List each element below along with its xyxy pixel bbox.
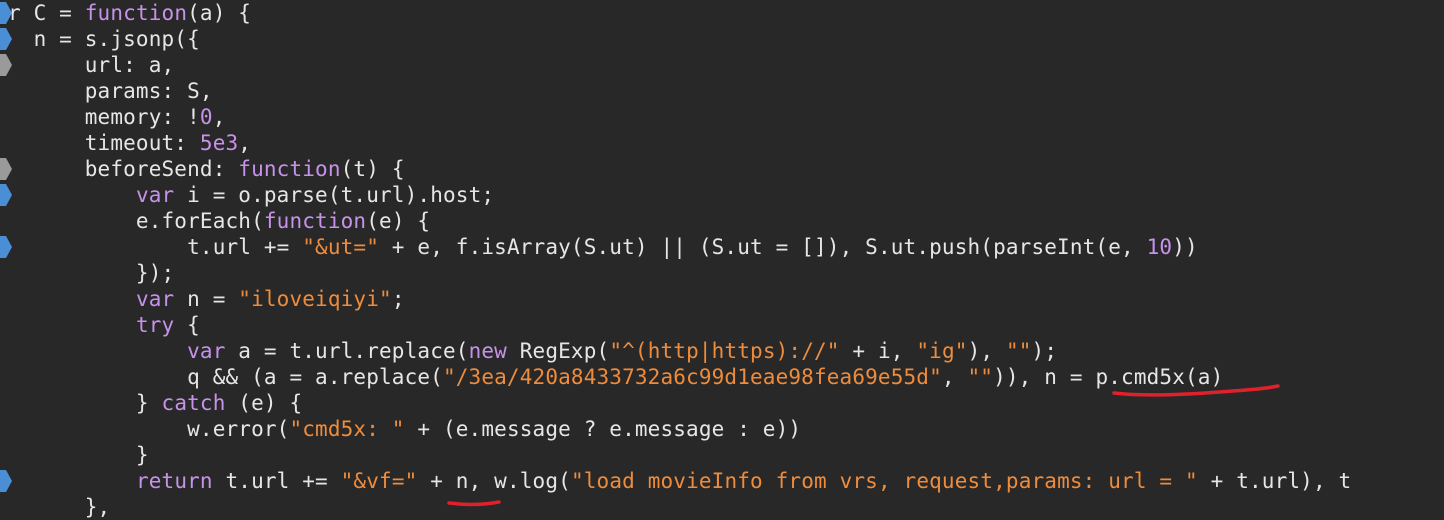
code-token-id: n =	[174, 287, 239, 311]
code-line[interactable]: q && (a = a.replace("/3ea/420a8433732a6c…	[8, 364, 1223, 390]
code-token-id: (e) {	[225, 391, 303, 415]
code-token-id: t.url +=	[212, 469, 341, 493]
code-token-str: ""	[967, 365, 994, 389]
code-token-kw: var	[135, 183, 175, 207]
code-line[interactable]: n = s.jsonp({	[8, 26, 200, 52]
code-token-kw: var	[135, 287, 175, 311]
code-token-id: (a) {	[187, 1, 252, 25]
code-editor[interactable]: r C = function(a) { n = s.jsonp({ url: a…	[0, 0, 1444, 520]
code-token-id: ),	[967, 339, 1006, 363]
code-token-id	[8, 313, 136, 337]
code-token-id: ,	[941, 365, 968, 389]
code-token-id: timeout:	[8, 131, 200, 155]
code-token-id: q && (a = a.replace(	[8, 365, 443, 389]
code-line[interactable]: } catch (e) {	[8, 390, 302, 416]
code-token-str: "/3ea/420a8433732a6c99d1eae98fea69e55d"	[442, 365, 942, 389]
code-token-id: + (e.message ? e.message : e))	[404, 417, 802, 441]
code-token-kw: return	[135, 469, 213, 493]
code-line[interactable]: params: S,	[8, 78, 213, 104]
annotation-underline-vf	[447, 500, 501, 507]
code-token-id: url: a,	[8, 53, 175, 77]
code-token-kw: function	[263, 209, 367, 233]
code-token-id: {	[174, 313, 200, 337]
code-token-kw: function	[238, 157, 341, 181]
code-token-num: 10	[1146, 235, 1173, 259]
code-token-id: ,	[212, 105, 226, 129]
code-token-kw: var	[187, 339, 226, 363]
code-token-str: ""	[1005, 339, 1032, 363]
code-token-id: },	[8, 495, 111, 519]
code-token-num: 5e3	[199, 131, 239, 155]
code-line[interactable]: },	[8, 494, 110, 520]
code-token-id: beforeSend:	[8, 157, 239, 181]
code-line[interactable]: r C = function(a) {	[8, 0, 251, 26]
code-line[interactable]: url: a,	[8, 52, 174, 78]
code-token-id: + e, f.isArray(S.ut) || (S.ut = []), S.u…	[379, 235, 1147, 259]
code-token-id: n = s.jsonp({	[8, 27, 200, 51]
code-token-id: w.error(	[8, 417, 290, 441]
code-line[interactable]: timeout: 5e3,	[8, 130, 251, 156]
code-line[interactable]: var n = "iloveiqiyi";	[8, 286, 405, 312]
code-line[interactable]: }	[8, 442, 149, 468]
code-line[interactable]: beforeSend: function(t) {	[8, 156, 405, 182]
code-token-id: );	[1031, 339, 1058, 363]
code-line[interactable]: });	[8, 260, 174, 286]
code-token-id: )), n = p.cmd5x(a)	[993, 365, 1224, 389]
code-token-id: RegExp(	[506, 339, 610, 363]
code-token-id: }	[8, 443, 149, 467]
code-token-str: "load movieInfo from vrs, request,params…	[570, 469, 1198, 493]
code-token-kw: catch	[161, 391, 226, 415]
code-token-str: "&ut="	[302, 235, 380, 259]
code-token-id: memory: !	[8, 105, 200, 129]
code-token-id	[8, 183, 136, 207]
code-token-id	[8, 339, 187, 363]
code-line[interactable]: var a = t.url.replace(new RegExp("^(http…	[8, 338, 1057, 364]
code-token-str: "ig"	[916, 339, 968, 363]
code-token-id: + i,	[839, 339, 917, 363]
code-token-id: e.forEach(	[8, 209, 264, 233]
code-token-str: "cmd5x: "	[289, 417, 405, 441]
code-line[interactable]: memory: !0,	[8, 104, 226, 130]
code-token-str: "iloveiqiyi"	[238, 287, 392, 311]
code-line[interactable]: return t.url += "&vf=" + n, w.log("load …	[8, 468, 1351, 494]
code-token-id: + n, w.log(	[417, 469, 571, 493]
code-token-id: }	[8, 391, 162, 415]
code-token-kw: new	[468, 339, 507, 363]
code-token-id	[8, 287, 136, 311]
code-line[interactable]: t.url += "&ut=" + e, f.isArray(S.ut) || …	[8, 234, 1198, 260]
code-token-id: ;	[391, 287, 405, 311]
code-token-id: ,	[238, 131, 252, 155]
code-line[interactable]: w.error("cmd5x: " + (e.message ? e.messa…	[8, 416, 801, 442]
code-token-id	[8, 469, 136, 493]
code-token-str: "^(http|https)://"	[609, 339, 840, 363]
code-token-id: i = o.parse(t.url).host;	[174, 183, 495, 207]
code-token-id: (e) {	[366, 209, 431, 233]
code-token-str: "&vf="	[340, 469, 418, 493]
code-token-kw: function	[84, 1, 188, 25]
code-token-id: });	[8, 261, 175, 285]
code-token-num: 0	[199, 105, 213, 129]
code-token-kw: try	[135, 313, 175, 337]
code-token-id: + t.url), t	[1197, 469, 1352, 493]
code-token-id: r C =	[8, 1, 85, 25]
code-token-id: t.url +=	[8, 235, 303, 259]
code-line[interactable]: try {	[8, 312, 200, 338]
code-token-id: params: S,	[8, 79, 213, 103]
code-line[interactable]: e.forEach(function(e) {	[8, 208, 430, 234]
code-token-id: a = t.url.replace(	[225, 339, 469, 363]
code-line[interactable]: var i = o.parse(t.url).host;	[8, 182, 494, 208]
code-token-id: ))	[1172, 235, 1198, 259]
code-token-id: (t) {	[340, 157, 405, 181]
